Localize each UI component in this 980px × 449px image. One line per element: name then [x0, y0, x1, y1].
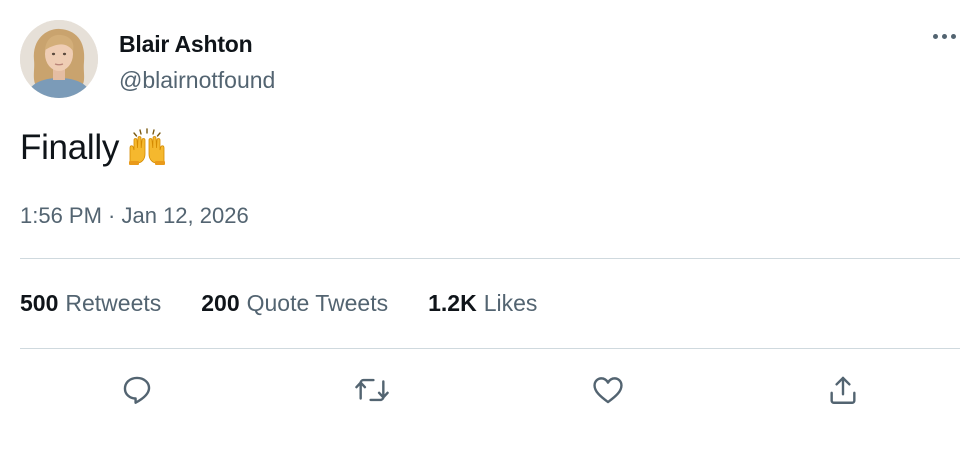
more-options-button[interactable] [924, 22, 964, 50]
ellipsis-dot [941, 33, 947, 39]
retweets-stat[interactable]: 500 Retweets [20, 290, 161, 317]
reply-button[interactable] [117, 370, 157, 410]
retweet-button[interactable] [352, 370, 392, 410]
tweet-stats: 500 Retweets 200 Quote Tweets 1.2K Likes [20, 290, 577, 320]
display-name[interactable]: Blair Ashton [119, 31, 253, 58]
ellipsis-icon [932, 33, 938, 39]
share-icon [830, 376, 856, 404]
avatar[interactable] [20, 20, 98, 98]
divider [20, 348, 960, 349]
raising-hands-emoji [129, 128, 166, 165]
heart-icon [593, 377, 623, 404]
user-avatar-photo [20, 20, 98, 98]
tweet-text-content: Finally [20, 128, 120, 167]
handle[interactable]: @blairnotfound [119, 67, 275, 94]
tweet-text: Finally [20, 126, 167, 170]
ellipsis-dot [950, 33, 956, 39]
likes-label: Likes [483, 290, 538, 316]
tweet-detail: Blair Ashton @blairnotfound Finally 1:56… [0, 0, 980, 449]
tweet-timestamp[interactable]: 1:56 PM · Jan 12, 2026 [20, 203, 249, 229]
retweet-icon [355, 378, 389, 402]
like-button[interactable] [588, 370, 628, 410]
quote-tweets-label: Quote Tweets [246, 290, 389, 316]
likes-stat[interactable]: 1.2K Likes [428, 290, 537, 317]
retweets-label: Retweets [65, 290, 162, 316]
retweets-count: 500 [20, 290, 59, 316]
reply-icon [123, 376, 151, 404]
likes-count: 1.2K [428, 290, 477, 316]
share-button[interactable] [823, 370, 863, 410]
quote-tweets-stat[interactable]: 200 Quote Tweets [201, 290, 388, 317]
divider [20, 258, 960, 259]
quote-tweets-count: 200 [201, 290, 240, 316]
